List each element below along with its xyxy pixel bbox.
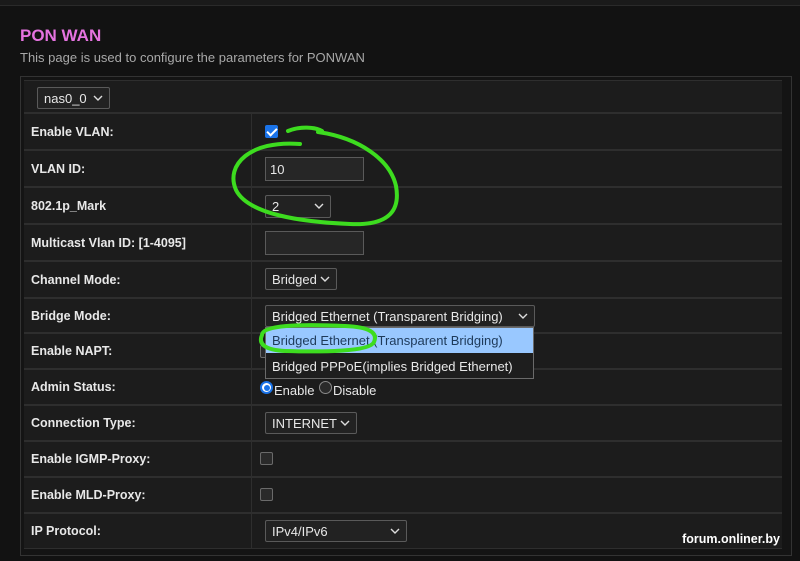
channel-mode-label: Channel Mode:	[24, 262, 252, 297]
row-channel-mode: Channel Mode: Bridged	[24, 261, 782, 298]
enable-vlan-checkbox[interactable]	[265, 125, 278, 138]
chevron-down-icon	[314, 203, 324, 209]
bridge-mode-option-pppoe[interactable]: Bridged PPPoE(implies Bridged Ethernet)	[266, 354, 533, 379]
ip-protocol-value: IPv4/IPv6	[272, 523, 328, 539]
enable-vlan-label: Enable VLAN:	[24, 114, 252, 149]
connection-type-label: Connection Type:	[24, 406, 252, 440]
bridge-mode-select[interactable]: Bridged Ethernet (Transparent Bridging)	[265, 305, 535, 327]
vlan-id-label: VLAN ID:	[24, 151, 252, 186]
row-interface: nas0_0	[24, 80, 782, 113]
multicast-vlan-label: Multicast Vlan ID: [1-4095]	[24, 225, 252, 260]
admin-enable-radio[interactable]	[260, 381, 273, 394]
enable-napt-label: Enable NAPT:	[24, 334, 252, 368]
watermark: forum.onliner.by	[682, 532, 780, 546]
page-title: PON WAN	[20, 26, 102, 45]
chevron-down-icon	[93, 95, 103, 101]
bridge-mode-label: Bridge Mode:	[24, 299, 252, 332]
igmp-proxy-label: Enable IGMP-Proxy:	[24, 442, 252, 476]
mld-proxy-label: Enable MLD-Proxy:	[24, 478, 252, 512]
row-vlan-id: VLAN ID: 10	[24, 150, 782, 187]
row-multicast-vlan: Multicast Vlan ID: [1-4095]	[24, 224, 782, 261]
row-mld-proxy: Enable MLD-Proxy:	[24, 477, 782, 513]
row-8021p-mark: 802.1p_Mark 2	[24, 187, 782, 224]
chevron-down-icon	[518, 313, 528, 319]
bridge-mode-dropdown-list: Bridged Ethernet (Transparent Bridging) …	[265, 327, 534, 379]
interface-select[interactable]: nas0_0	[37, 87, 110, 109]
mark-8021p-label: 802.1p_Mark	[24, 188, 252, 223]
interface-select-value: nas0_0	[44, 90, 87, 106]
top-strip	[0, 0, 800, 6]
ip-protocol-select[interactable]: IPv4/IPv6	[265, 520, 407, 542]
row-connection-type: Connection Type: INTERNET	[24, 405, 782, 441]
row-igmp-proxy: Enable IGMP-Proxy:	[24, 441, 782, 477]
connection-type-value: INTERNET	[272, 415, 337, 431]
multicast-vlan-input[interactable]	[265, 231, 364, 255]
admin-disable-radio[interactable]	[319, 381, 332, 394]
bridge-mode-value: Bridged Ethernet (Transparent Bridging)	[272, 308, 503, 324]
connection-type-select[interactable]: INTERNET	[265, 412, 357, 434]
channel-mode-value: Bridged	[272, 271, 317, 287]
admin-status-label: Admin Status:	[24, 370, 252, 404]
bridge-mode-option-ethernet[interactable]: Bridged Ethernet (Transparent Bridging)	[266, 328, 533, 353]
igmp-proxy-checkbox[interactable]	[260, 452, 273, 465]
ip-protocol-label: IP Protocol:	[24, 514, 252, 548]
mld-proxy-checkbox[interactable]	[260, 488, 273, 501]
vlan-id-input[interactable]: 10	[265, 157, 364, 181]
chevron-down-icon	[340, 420, 350, 426]
row-ip-protocol: IP Protocol: IPv4/IPv6	[24, 513, 782, 549]
chevron-down-icon	[320, 276, 330, 282]
admin-enable-label: Enable	[274, 383, 315, 398]
vlan-id-value: 10	[270, 161, 285, 177]
mark-8021p-value: 2	[272, 199, 280, 214]
admin-disable-label: Disable	[333, 383, 377, 398]
channel-mode-select[interactable]: Bridged	[265, 268, 337, 290]
row-enable-vlan: Enable VLAN:	[24, 113, 782, 150]
mark-8021p-select[interactable]: 2	[265, 195, 331, 218]
page-description: This page is used to configure the param…	[20, 50, 365, 65]
chevron-down-icon	[390, 528, 400, 534]
